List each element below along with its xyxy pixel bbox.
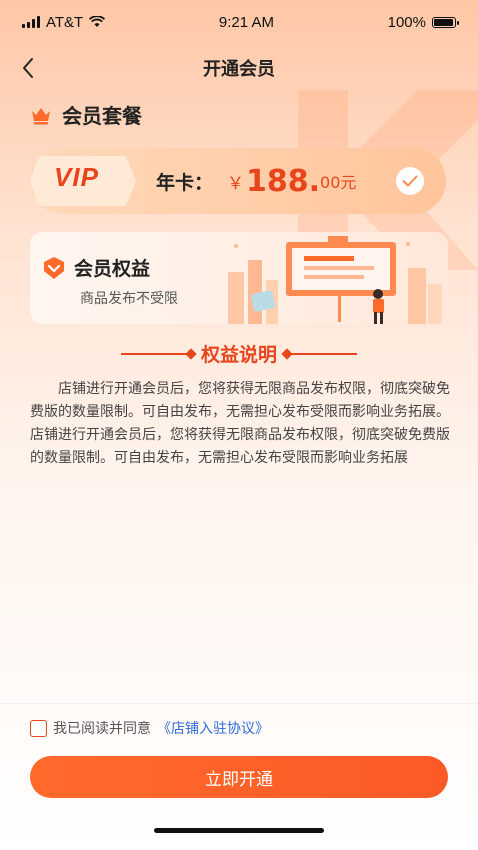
bottom-divider (0, 703, 478, 704)
benefit-title: 会员权益 (74, 258, 151, 280)
carrier-label: AT&T (46, 13, 84, 31)
section-title: 会员套餐 (62, 104, 142, 128)
heart-badge-icon (44, 256, 64, 279)
agreement-checkbox[interactable] (30, 719, 47, 737)
back-button[interactable] (14, 54, 42, 82)
status-bar: AT&T 9:21 AM 100% (0, 0, 478, 44)
price-currency: ￥ (227, 173, 245, 194)
agreement-link[interactable]: 《店铺入驻协议》 (157, 718, 269, 738)
divider-right (287, 352, 357, 355)
agreement-row: 我已阅读并同意 《店铺入驻协议》 (30, 718, 269, 738)
price-main: 188. (246, 163, 321, 199)
package-section-header: 会员套餐 (30, 100, 142, 129)
status-right: 100% (387, 13, 459, 31)
wifi-icon (89, 16, 106, 27)
plan-selected-toggle[interactable] (396, 167, 424, 195)
battery-percent: 100% (387, 13, 426, 31)
benefit-card: 会员权益 商品发布不受限 (30, 232, 448, 324)
presentation-illustration (228, 236, 442, 324)
clock: 9:21 AM (218, 13, 274, 31)
vip-badge: VIP (30, 148, 140, 214)
description-heading: 权益说明 (0, 340, 478, 367)
description-body: 店铺进行开通会员后，您将获得无限商品发布权限，彻底突破免费版的数量限制。可自由发… (30, 381, 450, 466)
signal-icon (22, 16, 40, 28)
status-left: AT&T (22, 13, 106, 31)
benefit-header: 会员权益 (42, 254, 150, 281)
vip-plan-card[interactable]: VIP 年卡： ￥ 188. 00元 (30, 148, 446, 214)
battery-icon (432, 16, 459, 28)
page-title: 开通会员 (203, 59, 275, 80)
vip-label: VIP (54, 162, 99, 192)
divider-left (120, 352, 191, 355)
crown-icon (32, 107, 50, 124)
check-icon (402, 175, 418, 187)
activate-button[interactable]: 立即开通 (30, 756, 448, 798)
chevron-left-icon (23, 58, 33, 78)
agreement-text: 我已阅读并同意 (53, 721, 151, 737)
plan-name: 年卡： (156, 171, 214, 194)
benefit-subtitle: 商品发布不受限 (80, 291, 178, 307)
description-title: 权益说明 (200, 344, 277, 366)
price-sub: 00元 (320, 173, 357, 192)
home-indicator (154, 828, 324, 833)
